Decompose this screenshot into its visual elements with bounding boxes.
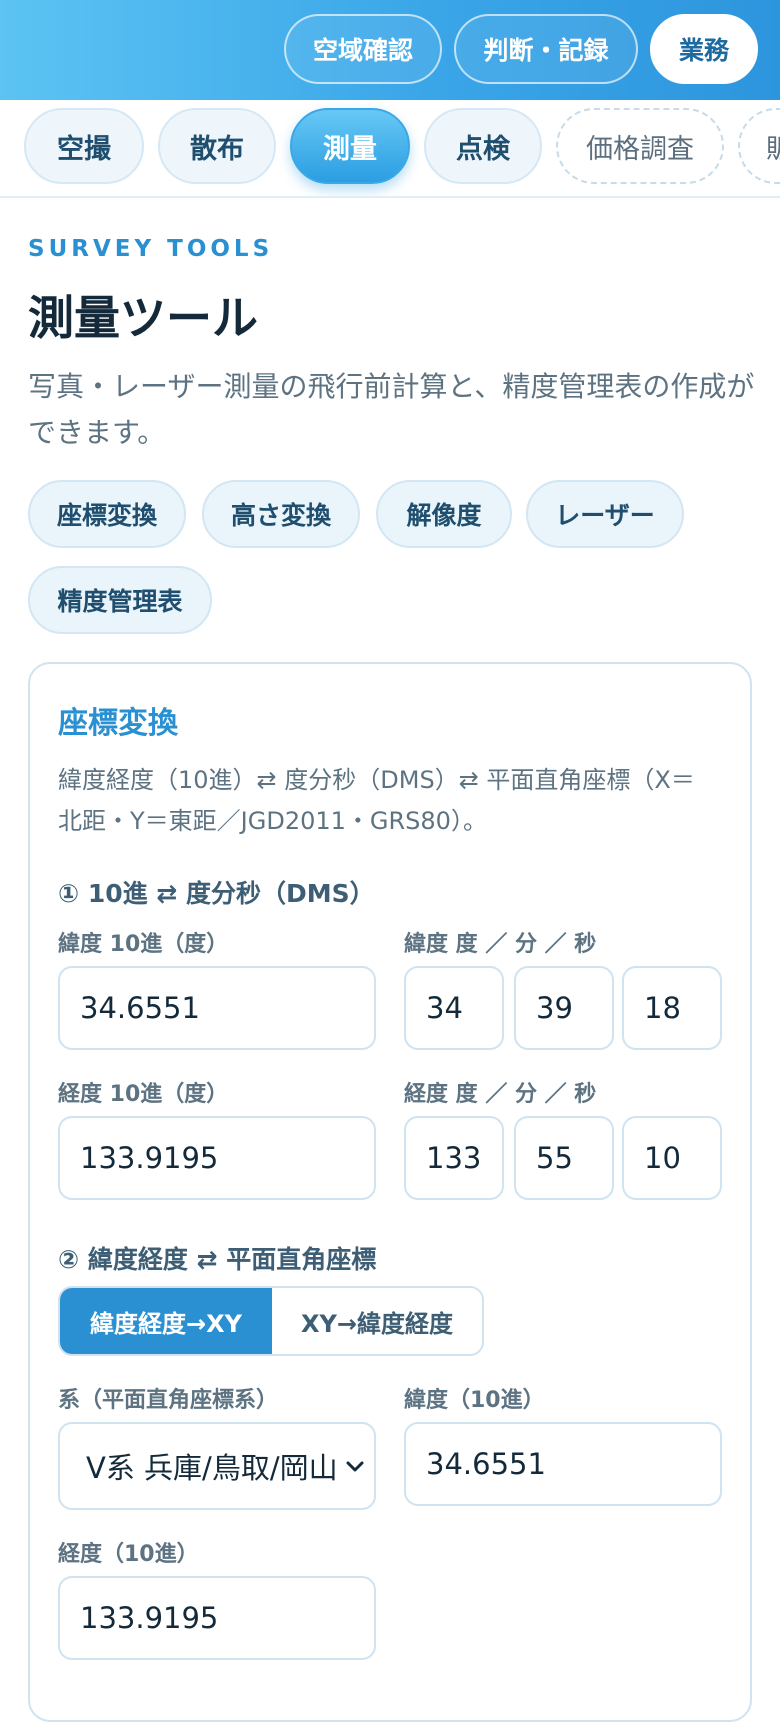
lon-dms-label: 経度 度 ／ 分 ／ 秒 xyxy=(404,1082,597,1107)
section-plane-coordinates-heading: ② 緯度経度 ⇄ 平面直角座標 xyxy=(58,1245,377,1274)
tab-inspection[interactable]: 点検 xyxy=(424,108,542,184)
card-title: 座標変換 xyxy=(58,706,178,741)
conversion-mode-toggle: 緯度経度→XY XY→緯度経度 xyxy=(58,1286,484,1356)
header-button-airspace-check[interactable]: 空域確認 xyxy=(284,14,442,84)
card-description: 緯度経度（10進）⇄ 度分秒（DMS）⇄ 平面直角座標（X＝北距・Y＝東距／JG… xyxy=(58,766,695,835)
lon-decimal-input[interactable]: 133.9195 xyxy=(58,1116,376,1200)
chip-coordinate-conversion[interactable]: 座標変換 xyxy=(28,480,186,548)
tab-price-survey[interactable]: 価格調査 xyxy=(556,108,724,184)
tab-survey[interactable]: 測量 xyxy=(290,108,410,184)
chip-height-conversion[interactable]: 高さ変換 xyxy=(202,480,360,548)
plane-lat-input[interactable]: 34.6551 xyxy=(404,1422,722,1506)
lat-minute-input[interactable]: 39 xyxy=(514,966,614,1050)
plane-lon-input[interactable]: 133.9195 xyxy=(58,1576,376,1660)
tab-sales[interactable]: 販 xyxy=(738,108,780,184)
tab-aerial[interactable]: 空撮 xyxy=(24,108,144,184)
lon-degree-input[interactable]: 133 xyxy=(404,1116,504,1200)
lon-decimal-label: 経度 10進（度） xyxy=(58,1082,229,1107)
header-button-judgement-record[interactable]: 判断・記録 xyxy=(454,14,638,84)
system-label: 系（平面直角座標系） xyxy=(58,1388,279,1413)
page-description: 写真・レーザー測量の飛行前計算と、精度管理表の作成ができます。 xyxy=(28,370,755,449)
lat-decimal-input[interactable]: 34.6551 xyxy=(58,966,376,1050)
chevron-down-icon xyxy=(346,1454,364,1478)
lat-degree-input[interactable]: 34 xyxy=(404,966,504,1050)
lat-second-input[interactable]: 18 xyxy=(622,966,722,1050)
system-select[interactable]: V系 兵庫/鳥取/岡山 xyxy=(58,1422,376,1510)
top-app-bar: 空域確認 判断・記録 業務 xyxy=(0,0,780,100)
section-dms-heading: ① 10進 ⇄ 度分秒（DMS） xyxy=(58,879,375,908)
mode-latlon-to-xy[interactable]: 緯度経度→XY xyxy=(60,1288,272,1354)
lat-dms-label: 緯度 度 ／ 分 ／ 秒 xyxy=(404,932,597,957)
mode-xy-to-latlon[interactable]: XY→緯度経度 xyxy=(272,1288,482,1354)
category-tab-bar: 空撮 散布 測量 点検 価格調査 販 xyxy=(0,100,780,198)
header-button-business[interactable]: 業務 xyxy=(650,14,758,84)
lon-minute-input[interactable]: 55 xyxy=(514,1116,614,1200)
section-eyebrow: SURVEY TOOLS xyxy=(28,236,274,262)
tab-spraying[interactable]: 散布 xyxy=(158,108,276,184)
chip-resolution[interactable]: 解像度 xyxy=(376,480,512,548)
chip-laser[interactable]: レーザー xyxy=(526,480,684,548)
lat-decimal-label: 緯度 10進（度） xyxy=(58,932,229,957)
page-title: 測量ツール xyxy=(28,291,258,345)
plane-lon-label: 経度（10進） xyxy=(58,1542,199,1567)
chip-accuracy-table[interactable]: 精度管理表 xyxy=(28,566,212,634)
lon-second-input[interactable]: 10 xyxy=(622,1116,722,1200)
system-select-value: V系 兵庫/鳥取/岡山 xyxy=(86,1451,338,1485)
plane-lat-label: 緯度（10進） xyxy=(404,1388,545,1413)
